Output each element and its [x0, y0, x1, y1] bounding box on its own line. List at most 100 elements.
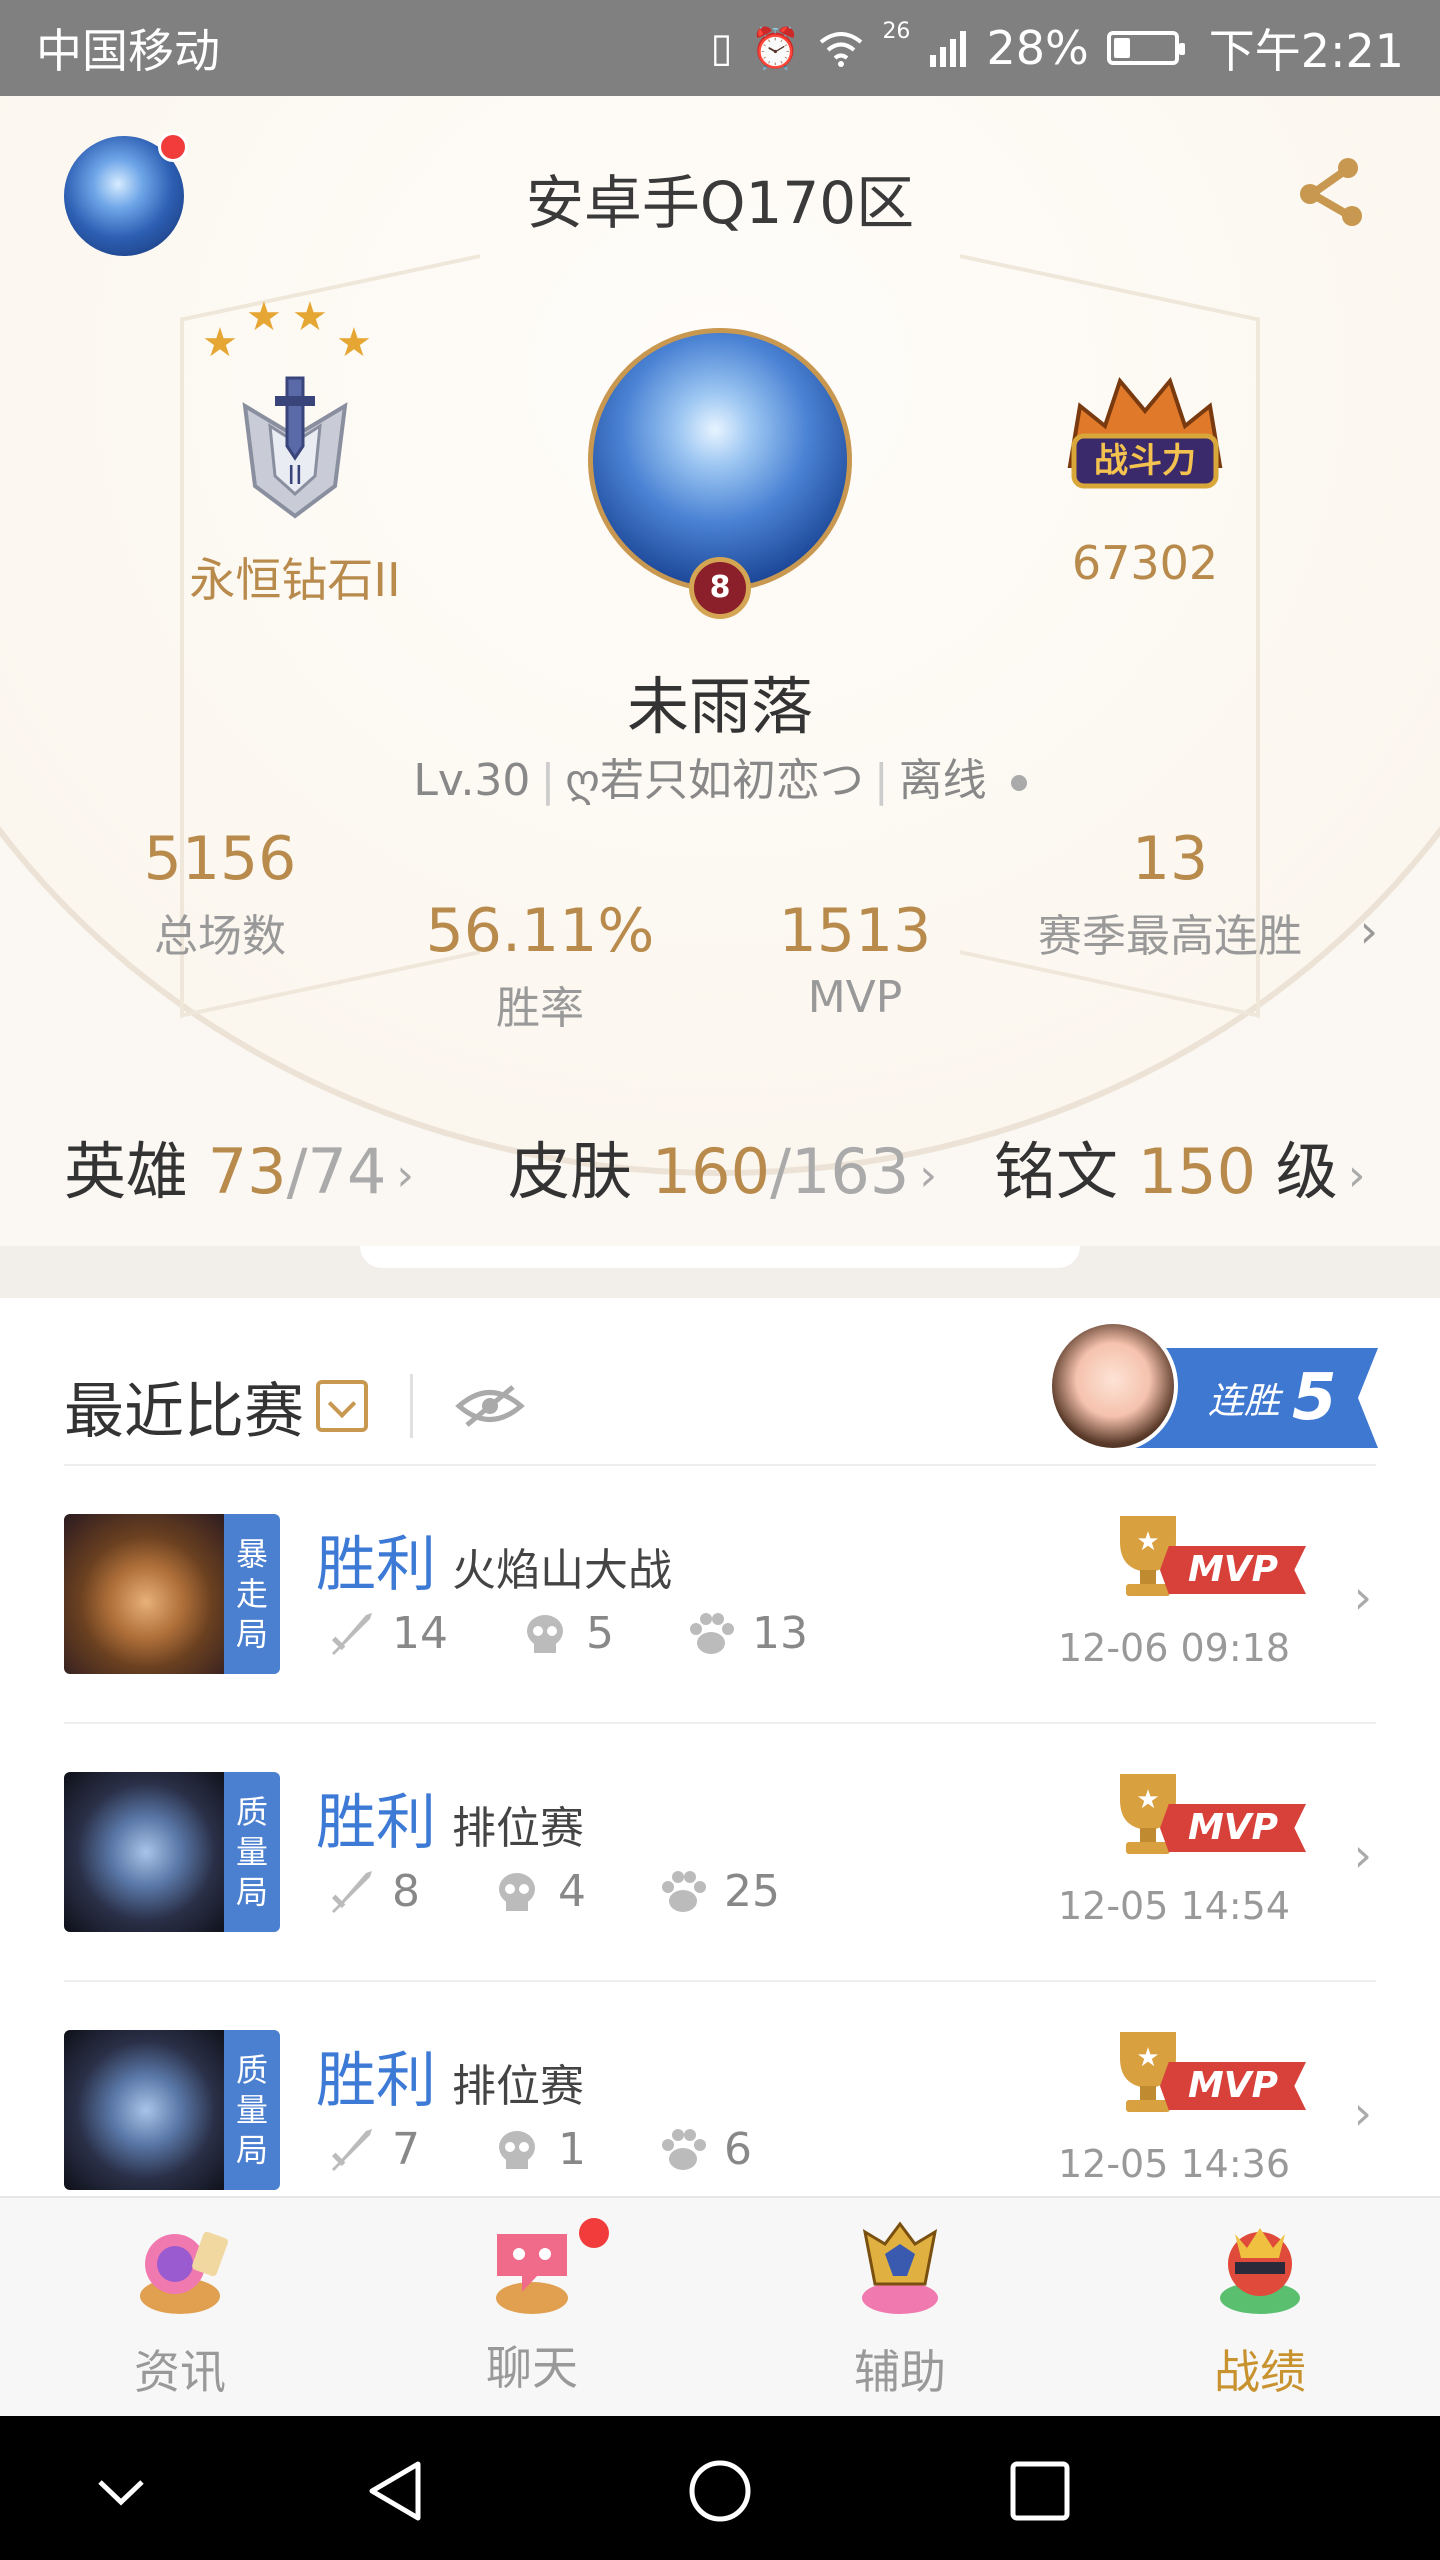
- match-row[interactable]: 质 量 局 胜利 排位赛 8 4 25 ★ MVP 12-05 14:54 ›: [64, 1722, 1376, 1980]
- mode-char: 局: [235, 1873, 268, 1911]
- online-status: 离线: [898, 755, 987, 806]
- hide-eye-icon[interactable]: [455, 1381, 525, 1431]
- stat-total-games[interactable]: 5156 总场数: [120, 824, 320, 964]
- record-icon: [1220, 2228, 1300, 2314]
- stat-value: 1513: [778, 896, 932, 966]
- hero-portrait: 暴 走 局: [64, 1514, 280, 1674]
- stats-chevron-right-icon[interactable]: ›: [1360, 904, 1378, 958]
- streak-character-icon: [1048, 1320, 1178, 1452]
- chevron-right-icon: ›: [1347, 1150, 1366, 1202]
- mode-char: 量: [235, 1833, 268, 1871]
- collection-label: 铭文: [994, 1135, 1119, 1208]
- win-streak-banner: 连胜 5: [1048, 1320, 1378, 1452]
- tab-assist[interactable]: 辅助: [790, 2214, 1010, 2402]
- stat-label: MVP: [807, 972, 903, 1023]
- tab-label: 辅助: [854, 2345, 946, 2399]
- tab-news[interactable]: 资讯: [70, 2214, 290, 2402]
- match-mode-badge: 质 量 局: [224, 2030, 280, 2190]
- match-time: 12-05 14:36: [1057, 2142, 1290, 2186]
- combat-power-icon: 战斗力: [1067, 376, 1223, 489]
- bottom-tab-bar: 资讯 聊天 辅助 战绩: [0, 2196, 1440, 2416]
- status-bar: 中国移动 ▯ ⏰ 26 28% 下午2:21: [0, 0, 1440, 96]
- rank-stars: ★ ★ ★ ★: [160, 286, 430, 376]
- profile-header: 安卓手Q170区 ★ ★ ★ ★ II 永恒钻石II 8 战斗力 67302 未…: [0, 96, 1440, 1246]
- stat-value: 56.11%: [425, 896, 655, 966]
- collection-owned: 73: [207, 1135, 287, 1208]
- collapse-chevron-down-icon[interactable]: [86, 2456, 156, 2526]
- stat-label: 赛季最高连胜: [1038, 911, 1302, 962]
- collection-label: 英雄: [64, 1135, 189, 1208]
- player-meta: Lv.30 | ღ若只如初恋つ | 离线: [0, 744, 1440, 808]
- match-result: 胜利: [316, 1530, 436, 1600]
- collection-owned: 160: [651, 1135, 771, 1208]
- assists-paw-icon: [690, 1612, 734, 1654]
- rank-block[interactable]: ★ ★ ★ ★ II 永恒钻石II: [160, 286, 430, 610]
- win-streak-count: 5: [1292, 1361, 1337, 1435]
- svg-text:II: II: [287, 461, 302, 491]
- mvp-tag: MVP: [1160, 1804, 1306, 1852]
- header-divider: [410, 1374, 413, 1438]
- player-signature: ღ若只如初恋つ: [565, 755, 864, 806]
- divider-tab: [360, 1246, 1080, 1268]
- player-level: Lv.30: [413, 755, 531, 806]
- tab-chat[interactable]: 聊天: [422, 2214, 642, 2398]
- match-row[interactable]: 暴 走 局 胜利 火焰山大战 14 5 13 ★ MVP 12-06 09:18…: [64, 1464, 1376, 1722]
- match-kda: 8 4 25: [326, 1866, 780, 1917]
- kills-sword-icon: [331, 1612, 372, 1655]
- inscription-level[interactable]: 铭文 150 级 ›: [994, 1121, 1365, 1211]
- recents-icon[interactable]: [1005, 2456, 1075, 2526]
- meta-separator: |: [873, 755, 889, 806]
- section-divider: [0, 1246, 1440, 1298]
- player-avatar[interactable]: 8: [588, 328, 852, 619]
- svg-text:★: ★: [1136, 1785, 1159, 1815]
- recent-matches-header: 最近比赛: [64, 1356, 525, 1456]
- skins-collection[interactable]: 皮肤 160/163 ›: [508, 1121, 937, 1211]
- combat-power-block[interactable]: 战斗力 67302: [1040, 366, 1250, 590]
- rank-name: 永恒钻石II: [189, 553, 401, 607]
- tab-label: 聊天: [486, 2341, 578, 2395]
- star-icon: ★: [202, 320, 238, 366]
- collection-total: /163: [770, 1135, 910, 1208]
- mvp-tag: MVP: [1160, 1546, 1306, 1594]
- network-type: 26: [882, 19, 911, 44]
- player-nickname: 未雨落: [626, 670, 813, 743]
- meta-separator: |: [540, 755, 556, 806]
- tab-record[interactable]: 战绩: [1150, 2214, 1370, 2402]
- home-icon[interactable]: [685, 2456, 755, 2526]
- chevron-right-icon: ›: [1353, 1828, 1372, 1882]
- chat-icon: [496, 2234, 568, 2314]
- back-icon[interactable]: [362, 2456, 432, 2526]
- deaths-count: 4: [558, 1866, 586, 1917]
- inscription-level-value: 150: [1137, 1135, 1257, 1208]
- share-icon[interactable]: [1290, 154, 1370, 234]
- assists-count: 25: [724, 1866, 780, 1917]
- hero-face-icon: [64, 1514, 228, 1674]
- match-type: 排位赛: [452, 2061, 584, 2112]
- stat-label: 总场数: [154, 911, 286, 962]
- match-time: 12-05 14:54: [1057, 1884, 1290, 1928]
- stat-win-rate[interactable]: 56.11% 胜率: [400, 896, 680, 1036]
- hero-portrait: 质 量 局: [64, 2030, 280, 2190]
- match-result: 胜利: [316, 2046, 436, 2116]
- status-dot-icon: [1010, 775, 1027, 791]
- recent-matches-title: 最近比赛: [64, 1376, 304, 1447]
- chevron-right-icon: ›: [919, 1150, 937, 1202]
- stat-mvp[interactable]: 1513 MVP: [740, 896, 970, 1023]
- stat-season-best-streak[interactable]: 13 赛季最高连胜: [1010, 824, 1330, 964]
- chevron-right-icon: ›: [1353, 1570, 1372, 1624]
- match-filter-dropdown-icon[interactable]: [316, 1380, 368, 1432]
- kills-count: 7: [392, 2124, 420, 2175]
- mvp-badge: ★ MVP: [1108, 1512, 1308, 1602]
- system-nav-bar: [0, 2416, 1440, 2560]
- server-name[interactable]: 安卓手Q170区: [0, 156, 1440, 240]
- avatar-level-badge: 8: [689, 557, 751, 619]
- svg-text:★: ★: [1136, 1527, 1159, 1557]
- heroes-collection[interactable]: 英雄 73/74 ›: [64, 1121, 414, 1211]
- hero-face-icon: [64, 2030, 228, 2190]
- tab-label: 资讯: [134, 2345, 226, 2399]
- deaths-skull-icon: [499, 1872, 535, 1911]
- battery-percent: 28%: [986, 21, 1089, 75]
- kills-sword-icon: [331, 2128, 372, 2171]
- clock: 下午2:21: [1208, 24, 1404, 78]
- kills-count: 14: [392, 1608, 448, 1659]
